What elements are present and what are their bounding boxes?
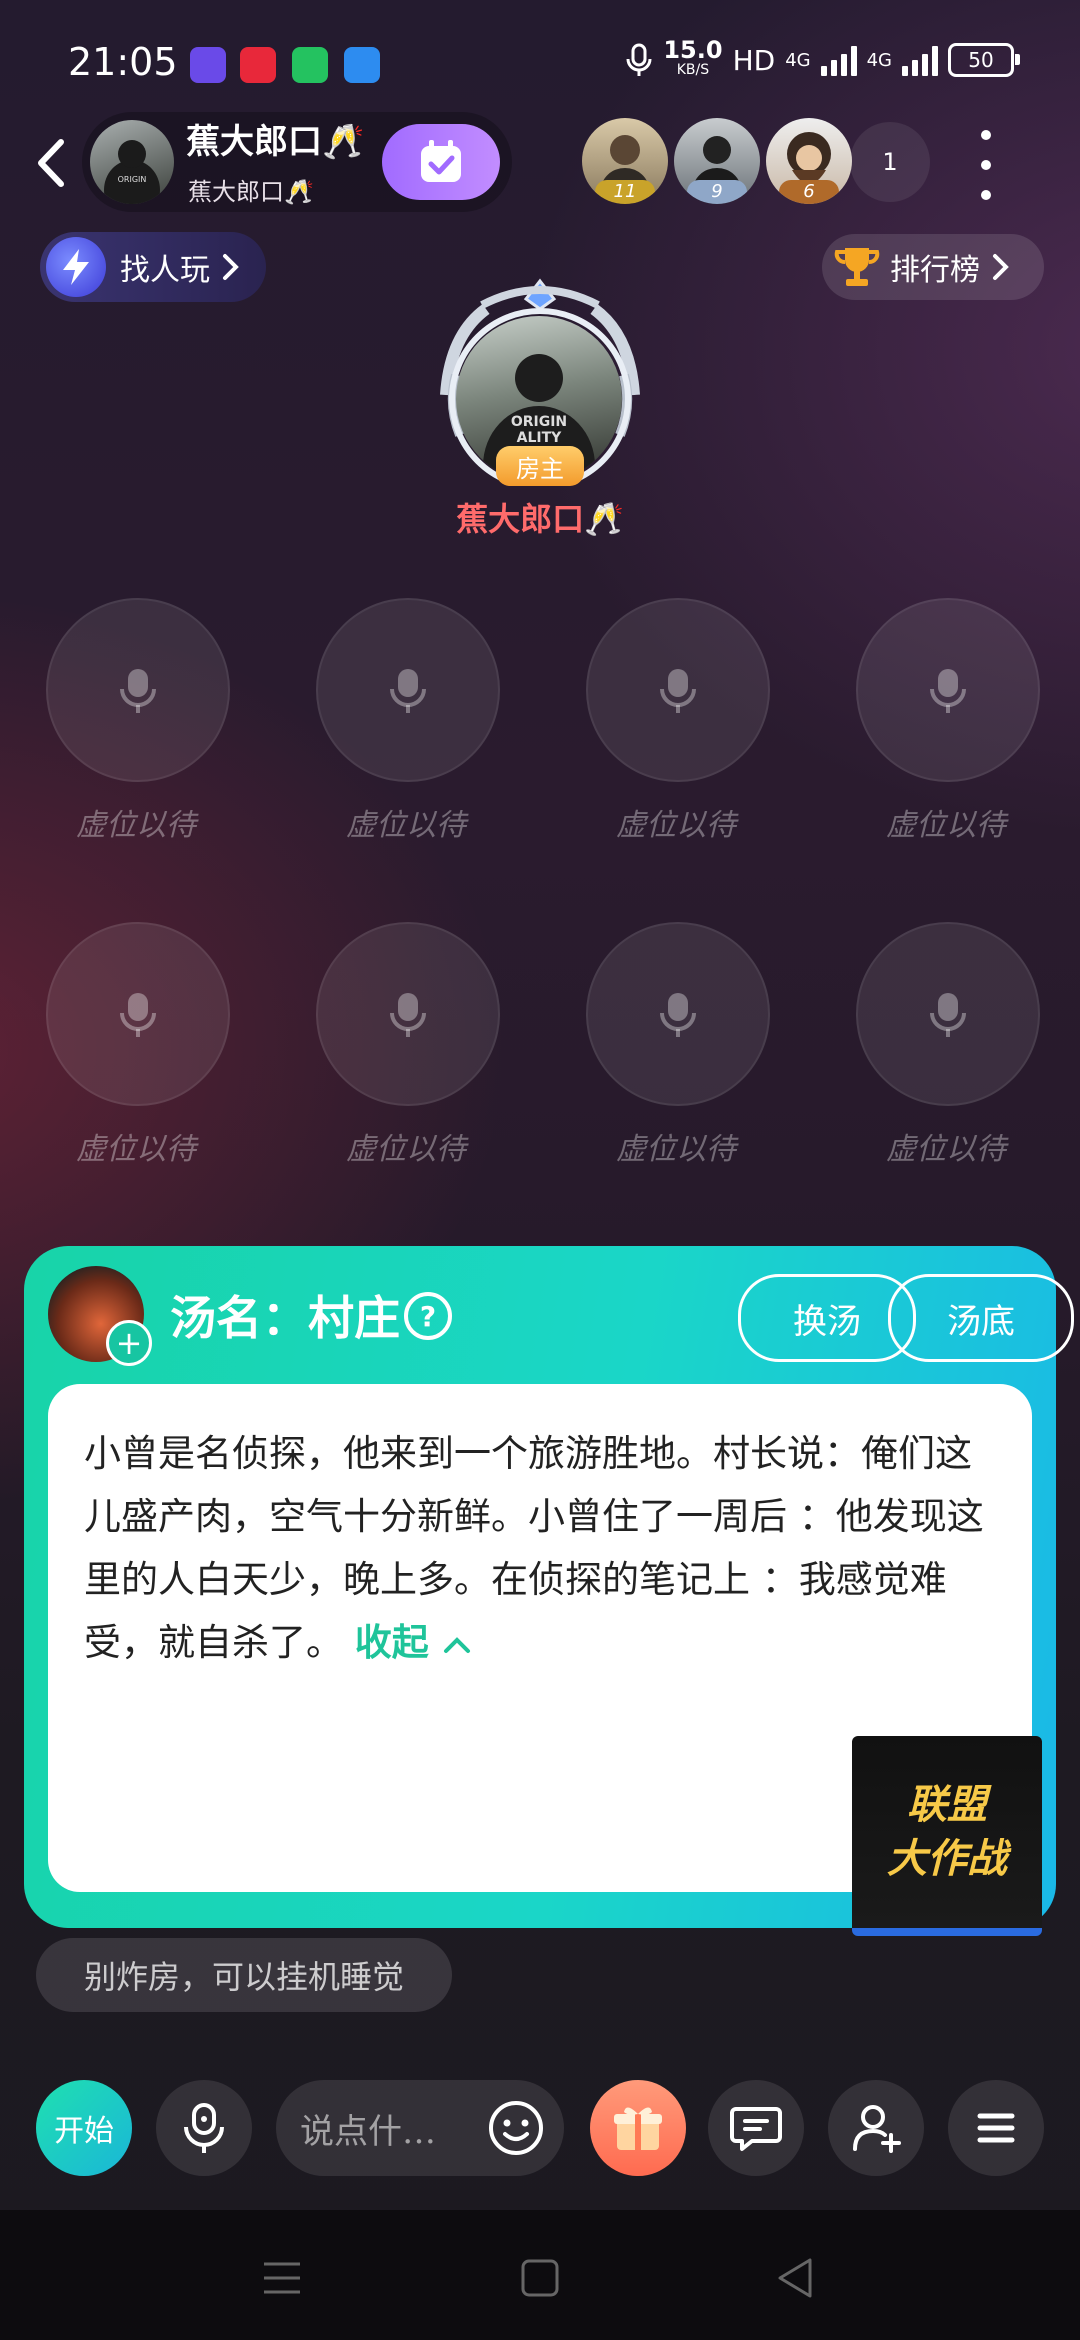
smiley-icon: [489, 2101, 543, 2155]
room-name: 蕉大郎口🥂: [186, 122, 365, 162]
microphone-icon: [930, 669, 966, 713]
chevron-right-icon: [223, 254, 239, 280]
top-user-avatar-2[interactable]: 9: [674, 118, 760, 204]
audience-count[interactable]: 1: [850, 122, 930, 202]
seat-3[interactable]: [586, 598, 770, 782]
seat-label: 虚位以待: [616, 1132, 736, 1167]
network-speed: 15.0 KB/S: [663, 36, 723, 78]
microphone-icon: [660, 993, 696, 1037]
svg-text:ORIGIN: ORIGIN: [511, 414, 567, 430]
seat-label: 虚位以待: [886, 1132, 1006, 1167]
microphone-status-icon: [626, 43, 652, 76]
collapse-button[interactable]: 收起: [355, 1620, 472, 1664]
soup-story-text: 小曾是名侦探，他来到一个旅游胜地。村长说：俺们这儿盛产肉，空气十分新鲜。小曾住了…: [84, 1432, 984, 1664]
back-nav-icon[interactable]: [776, 2256, 814, 2300]
room-subtitle: 蕉大郎口🥂: [188, 178, 314, 206]
svg-text:ORIGIN: ORIGIN: [118, 175, 147, 184]
messages-button[interactable]: [708, 2080, 804, 2176]
host-name: 蕉大郎口🥂: [456, 500, 624, 538]
network-type-1: 4G: [785, 49, 811, 71]
rank-badge: 9: [687, 180, 747, 204]
question-icon[interactable]: ?: [404, 1292, 452, 1340]
seat-2[interactable]: [316, 598, 500, 782]
seat-label: 虚位以待: [346, 808, 466, 843]
add-friend-icon[interactable]: +: [106, 1320, 152, 1366]
signal-icon-1: [820, 44, 857, 76]
gift-icon: [614, 2107, 662, 2150]
more-menu-button[interactable]: [966, 130, 1006, 200]
seat-label: 虚位以待: [76, 1132, 196, 1167]
gift-button[interactable]: [590, 2080, 686, 2176]
promo-line-2: 大作战: [887, 1836, 1007, 1882]
room-notice: 别炸房，可以挂机睡觉: [36, 1938, 452, 2012]
back-button[interactable]: [20, 128, 80, 198]
seat-8[interactable]: [856, 922, 1040, 1106]
system-navigation-bar: [0, 2210, 1080, 2340]
chat-bubble-icon: [730, 2107, 782, 2151]
microphone-icon: [390, 993, 426, 1037]
soup-answer-button[interactable]: 汤底: [888, 1274, 1074, 1362]
rank-badge: 11: [595, 180, 655, 204]
top-user-avatar-1[interactable]: 11: [582, 118, 668, 204]
seat-7[interactable]: [586, 922, 770, 1106]
trophy-icon: [834, 248, 880, 286]
status-time: 21:05: [68, 40, 178, 84]
svg-text:ALITY: ALITY: [517, 430, 563, 446]
invite-user-button[interactable]: [828, 2080, 924, 2176]
browser-icon: [344, 47, 380, 83]
play-store-icon: [292, 47, 328, 83]
chevron-up-icon: [443, 1637, 470, 1653]
leaderboard-button[interactable]: 排行榜: [822, 234, 1044, 300]
microphone-icon: [120, 993, 156, 1037]
find-players-button[interactable]: 找人玩: [40, 232, 266, 302]
find-players-label: 找人玩: [120, 253, 210, 288]
recent-apps-icon[interactable]: [262, 2260, 302, 2296]
start-game-button[interactable]: 开始: [36, 2080, 132, 2176]
chat-placeholder: 说点什…: [300, 2111, 436, 2152]
host-badge: 房主: [496, 446, 584, 486]
chevron-left-icon: [38, 139, 64, 187]
top-user-avatar-3[interactable]: 6: [766, 118, 852, 204]
seat-label: 虚位以待: [76, 808, 196, 843]
signal-icon-2: [902, 44, 938, 76]
hamburger-icon: [977, 2113, 1015, 2143]
alliance-battle-banner[interactable]: 联盟 大作战: [852, 1736, 1042, 1936]
status-indicators: 15.0 KB/S HD 4G 4G 50: [625, 36, 1020, 80]
subscribe-button[interactable]: [382, 124, 500, 200]
leaderboard-label: 排行榜: [890, 253, 980, 288]
seat-5[interactable]: [46, 922, 230, 1106]
xiaohongshu-icon: [240, 47, 276, 83]
seat-1[interactable]: [46, 598, 230, 782]
network-type-2: 4G: [866, 49, 892, 71]
home-icon[interactable]: [520, 2258, 560, 2298]
add-user-icon: [853, 2105, 901, 2153]
microphone-icon: [660, 669, 696, 713]
microphone-icon: [390, 669, 426, 713]
room-avatar[interactable]: ORIGIN: [90, 120, 174, 204]
mic-toggle-button[interactable]: [156, 2080, 252, 2176]
seat-4[interactable]: [856, 598, 1040, 782]
rank-badge: 6: [779, 180, 839, 204]
status-bar: 21:05 15.0 KB/S HD 4G 4G 50: [0, 0, 1080, 120]
battery-icon: 50: [948, 43, 1020, 77]
hd-indicator: HD: [732, 43, 776, 77]
lightning-icon: [46, 237, 106, 297]
promo-line-1: 联盟: [907, 1782, 987, 1828]
emoji-button[interactable]: [486, 2098, 546, 2158]
chevron-right-icon: [993, 254, 1009, 280]
calendar-check-icon: [421, 140, 461, 182]
microphone-icon: [184, 2103, 224, 2153]
app-notification-icon: [190, 47, 226, 83]
seat-label: 虚位以待: [886, 808, 1006, 843]
microphone-icon: [120, 669, 156, 713]
soup-story: 小曾是名侦探，他来到一个旅游胜地。村长说：俺们这儿盛产肉，空气十分新鲜。小曾住了…: [84, 1422, 1004, 1674]
seat-label: 虚位以待: [346, 1132, 466, 1167]
seat-6[interactable]: [316, 922, 500, 1106]
menu-button[interactable]: [948, 2080, 1044, 2176]
microphone-icon: [930, 993, 966, 1037]
seat-label: 虚位以待: [616, 808, 736, 843]
start-label: 开始: [54, 2114, 114, 2149]
soup-title: 汤名：村庄: [170, 1291, 400, 1345]
